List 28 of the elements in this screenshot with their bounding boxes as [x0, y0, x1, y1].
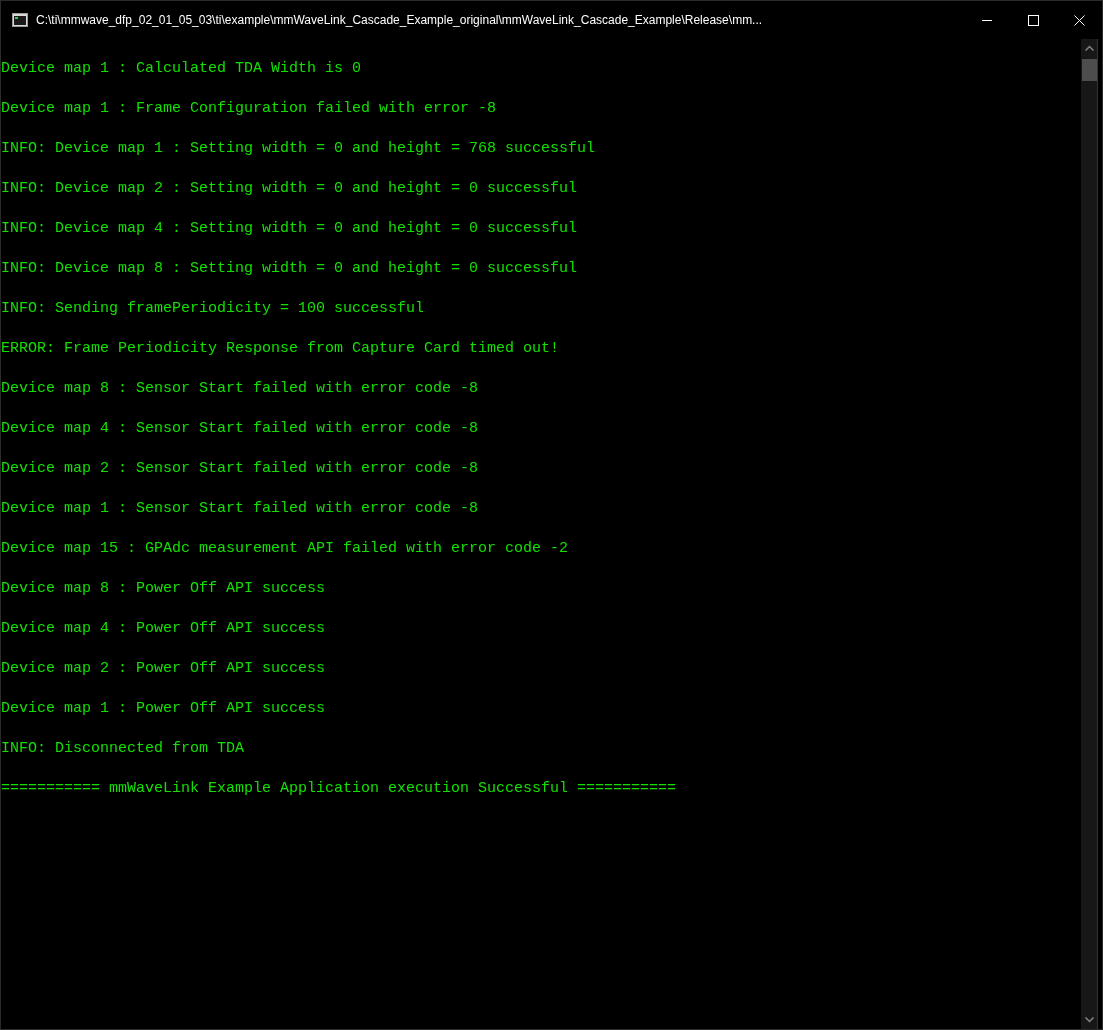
- console-line: Device map 8 : Sensor Start failed with error code -8: [1, 379, 479, 399]
- minimize-icon: [982, 19, 992, 21]
- close-icon: [1073, 14, 1085, 26]
- console-line: INFO: Device map 2 : Setting width = 0 and height = 0 successful: [1, 179, 578, 199]
- console-line: INFO: Device map 1 : Setting width = 0 and height = 768 successful: [1, 139, 596, 159]
- scrollbar[interactable]: [1081, 39, 1098, 1029]
- console-line: Device map 1 : Power Off API success: [1, 699, 326, 719]
- console-line: Device map 2 : Sensor Start failed with error code -8: [1, 459, 479, 479]
- console-line: INFO: Device map 4 : Setting width = 0 and height = 0 successful: [1, 219, 578, 239]
- console-line: Device map 4 : Power Off API success: [1, 619, 326, 639]
- console-line: Device map 8 : Power Off API success: [1, 579, 326, 599]
- console-line: Device map 4 : Sensor Start failed with error code -8: [1, 419, 479, 439]
- maximize-icon: [1027, 14, 1039, 26]
- console-line: Device map 1 : Calculated TDA Width is 0: [1, 59, 362, 79]
- console-line: =========== mmWaveLink Example Application execution Successful ===========: [1, 779, 677, 799]
- scroll-up-icon[interactable]: [1084, 45, 1094, 51]
- console-line: Device map 15 : GPAdc measurement API failed with error code -2: [1, 539, 569, 559]
- console-app-icon: [12, 13, 28, 27]
- console-line: INFO: Disconnected from TDA: [1, 739, 245, 759]
- scroll-down-icon[interactable]: [1084, 1017, 1094, 1023]
- console-line: Device map 1 : Sensor Start failed with error code -8: [1, 499, 479, 519]
- console-line: Device map 1 : Frame Configuration failed with error -8: [1, 99, 497, 119]
- scrollbar-thumb[interactable]: [1081, 59, 1097, 81]
- window-title: C:\ti\mmwave_dfp_02_01_05_03\ti\example\mmWaveLink_Cascade_Example_original\mmWaveLink_Cascade_Example\Release\mm...: [36, 12, 764, 29]
- console-line: INFO: Device map 8 : Setting width = 0 and height = 0 successful: [1, 259, 578, 279]
- console-line: INFO: Sending framePeriodicity = 100 successful: [1, 299, 425, 319]
- console-line: ERROR: Frame Periodicity Response from Capture Card timed out!: [1, 339, 560, 359]
- console-line: Device map 2 : Power Off API success: [1, 659, 326, 679]
